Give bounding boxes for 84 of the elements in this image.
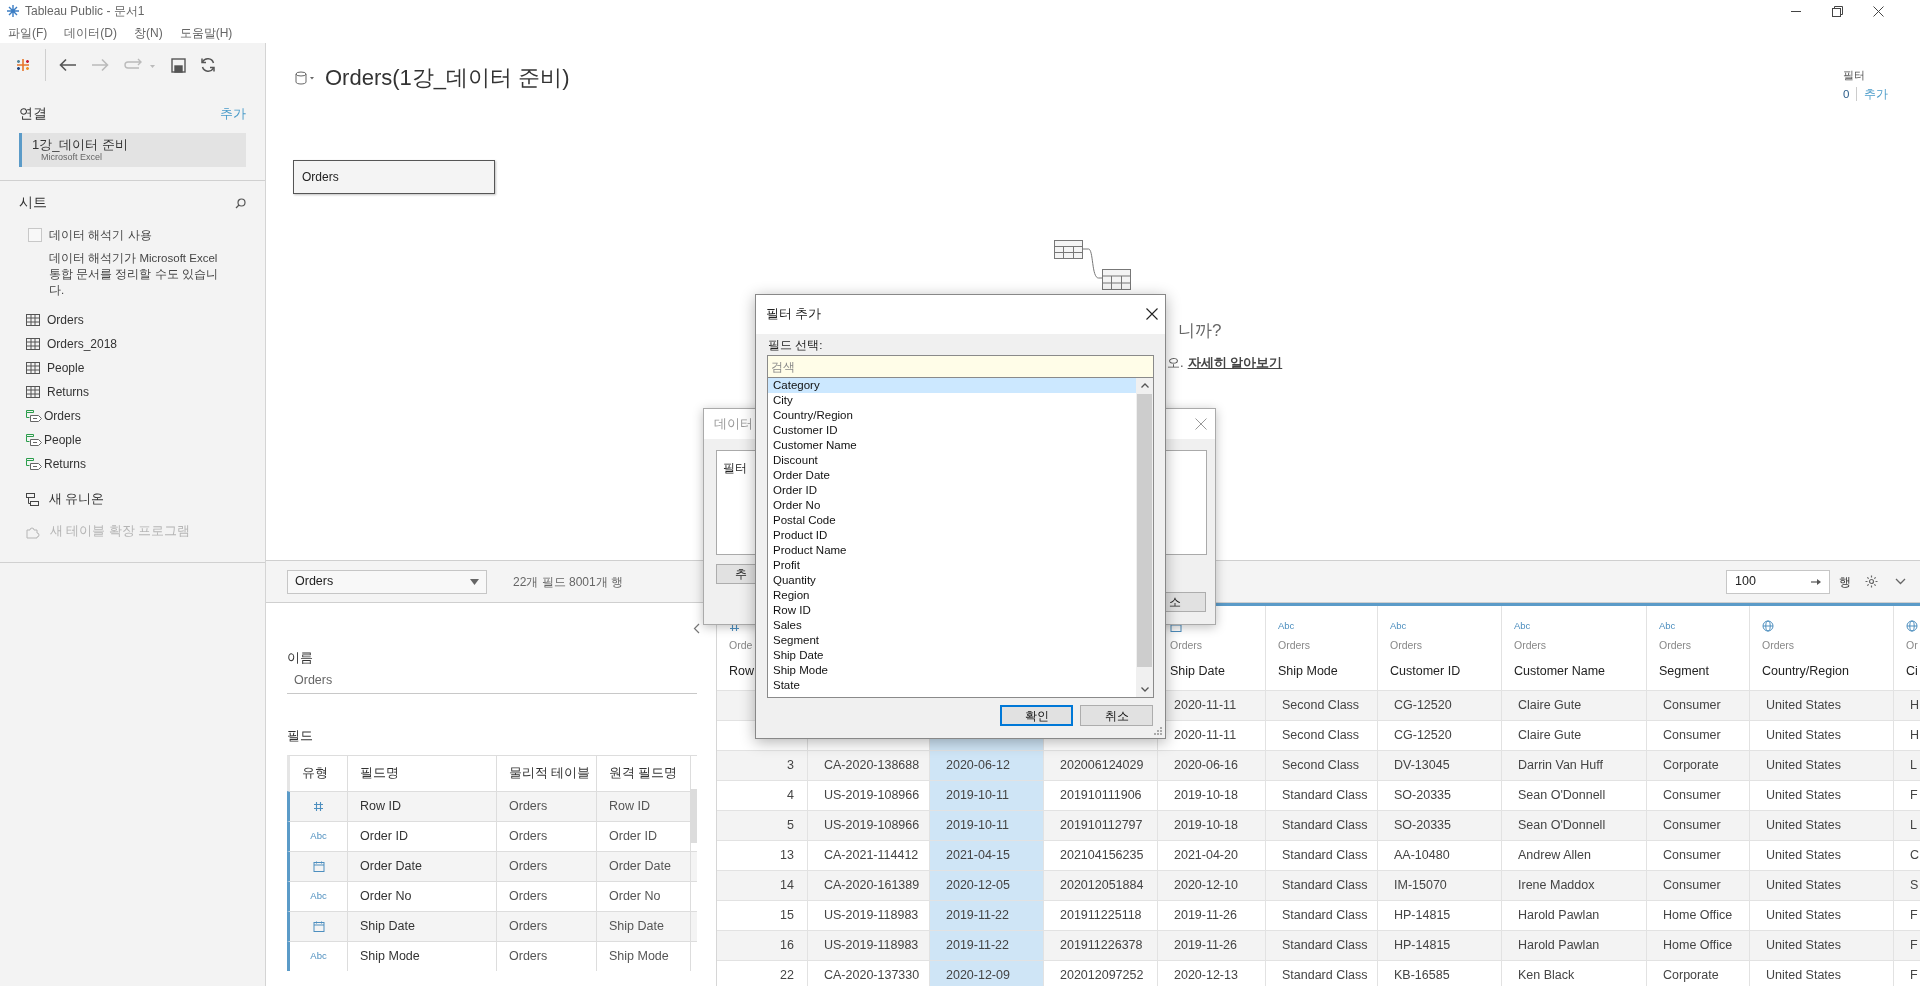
sheet-name: People [47,359,85,377]
table-cell: Orders [497,881,597,911]
column-name: Country/Region [1762,662,1849,680]
dialog-title: 필터 추가 [766,306,822,324]
column-name: Ship Date [1170,662,1225,680]
table-cell: Row ID [348,791,497,821]
dialog-title: 데이터 [714,415,753,433]
column-name: Customer Name [1514,662,1605,680]
connection-type: Microsoft Excel [40,152,103,164]
table-cell: Orders [497,791,597,821]
table-cell: Ship Mode [597,941,691,971]
section-label: 연결 [19,105,47,123]
type-label: Abc [1278,621,1295,631]
type-label: Abc [310,831,327,841]
table-cell: 2020-12-13 [1158,961,1266,986]
sheet-name: Returns [44,455,87,473]
table-cell: Order Date [597,851,691,881]
fields-label: 필드 [287,727,313,745]
column-source: Orders [1514,638,1547,653]
sheet-name: Orders [47,311,84,329]
type-label: Abc [310,951,327,961]
table-cell: 2019-11-22 [930,901,1044,930]
column-name: Ship Mode [1278,662,1338,680]
filter-count: 0 [1843,86,1850,102]
hint-question: 니까? [1178,320,1222,342]
column-name: Segment [1659,662,1710,680]
table-cell: 2020-12-05 [930,871,1044,900]
section-label: 시트 [19,194,47,213]
table-cell: 2021-04-15 [930,841,1044,870]
filters-label: 필터 [1843,68,1866,83]
table-cell: Standard Class [1266,961,1378,986]
field-prompt: 필드 선택: [768,338,823,353]
table-cell: Orders [497,821,597,851]
interpreter-description: 데이터 해석기가 Microsoft Excel 통합 문서를 정리할 수도 있습니다. [49,250,219,298]
data-source-title: Orders(1강_데이터 준비) [325,64,570,92]
table-cell: Orders [497,911,597,941]
column-name: Ci [1906,662,1918,680]
sheet-name: Returns [47,383,90,401]
checkbox-label: 데이터 해석기 사용 [49,226,152,244]
table-cell: Order No [597,881,691,911]
table-cell: KB-16585 [1378,961,1502,986]
window-title: Tableau Public - 문서1 [25,3,145,20]
field-row-summary: 22개 필드 8001개 행 [513,573,624,591]
column-source: Orde [729,638,753,653]
table-cell: Orders [497,851,597,881]
table-cell: Ship Date [597,911,691,941]
type-label: Abc [1659,621,1676,631]
sheet-name: People [44,431,82,449]
table-cell: Orders [497,941,597,971]
table-cell: Ken Black [1502,961,1647,986]
column-name: Row [729,662,754,680]
table-cell: F [1894,961,1920,986]
column-name: Customer ID [1390,662,1461,680]
table-cell: Ship Mode [348,941,497,971]
table-cell: Order ID [348,821,497,851]
table-cell: 2020-12-09 [930,961,1044,986]
type-label: Abc [310,891,327,901]
action-label: 새 테이블 확장 프로그램 [50,523,191,541]
list-header: 필터 [723,461,747,475]
table-cell: 22 [717,961,808,986]
table-cell: Corporate [1647,961,1750,986]
table-cell: United States [1750,961,1894,986]
column-source: Orders [1278,638,1311,653]
hint-text: 오. [1167,354,1184,372]
table-cell: 2019-10-11 [930,811,1044,840]
sheet-name: Orders_2018 [47,335,118,353]
connection-name: 1강_데이터 준비 [32,137,130,153]
column-source: Orders [1659,638,1692,653]
type-label: Abc [1514,621,1531,631]
column-source: Or [1906,638,1918,653]
table-cell: 2019-10-11 [930,781,1044,810]
column-source: Orders [1390,638,1423,653]
sheet-name: Orders [44,407,81,425]
table-cell: 2020-06-12 [930,751,1044,780]
column-source: Orders [1170,638,1203,653]
name-label: 이름 [287,650,313,667]
table-cell: 2019-11-22 [930,931,1044,960]
rows-label: 행 [1839,573,1851,591]
table-cell: Order No [348,881,497,911]
table-cell: Ship Date [348,911,497,941]
table-cell: Order Date [348,851,497,881]
table-cell: 202012097252 [1044,961,1158,986]
column-source: Orders [1762,638,1795,653]
type-label: Abc [1390,621,1407,631]
